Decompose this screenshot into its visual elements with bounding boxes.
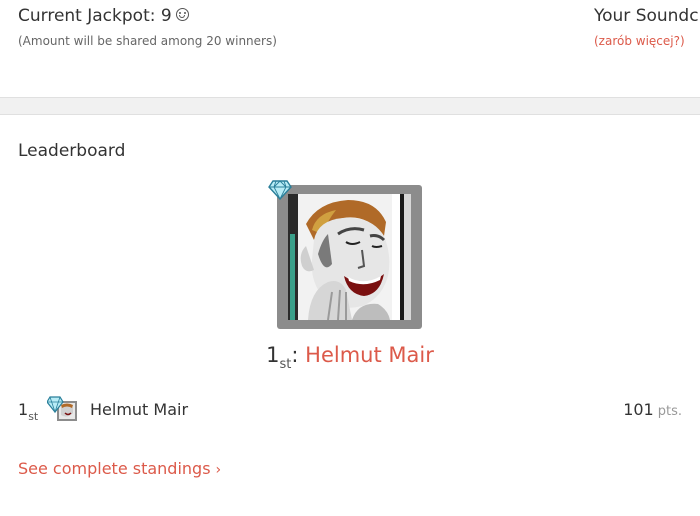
smiley-face-icon xyxy=(175,7,189,21)
winner-rank-suffix: st xyxy=(279,357,292,372)
row-points-value: 101 xyxy=(623,400,654,419)
row-points: 101 pts. xyxy=(623,400,682,419)
row-rank-number: 1 xyxy=(18,400,29,419)
sound-title: Your Soundc xyxy=(594,6,699,26)
winner-separator: : xyxy=(291,343,306,367)
row-points-unit: pts. xyxy=(657,404,682,419)
see-standings-link[interactable]: See complete standings › xyxy=(18,459,221,478)
chevron-right-icon: › xyxy=(215,462,222,478)
row-avatar[interactable] xyxy=(46,395,78,422)
winner-caption: 1st: Helmut Mair xyxy=(0,343,700,372)
row-rank-suffix: st xyxy=(28,410,39,423)
jackpot-note: (Amount will be shared among 20 winners) xyxy=(18,34,277,48)
winner-avatar[interactable] xyxy=(277,185,422,329)
winner-name-link[interactable]: Helmut Mair xyxy=(305,343,434,367)
row-rank: 1st xyxy=(18,400,38,423)
leaderboard-row: 1st Helmut Mair 101 pts. xyxy=(0,392,700,424)
earn-more-link[interactable]: (zarób więcej?) xyxy=(594,34,685,48)
section-divider xyxy=(0,97,700,115)
diamond-icon xyxy=(268,180,292,200)
jackpot-title: Current Jackpot: 9 xyxy=(18,6,189,26)
jackpot-header: Current Jackpot: 9 (Amount will be share… xyxy=(0,0,700,97)
see-standings-label: See complete standings xyxy=(18,459,211,478)
winner-rank: 1 xyxy=(266,343,280,367)
row-player-name[interactable]: Helmut Mair xyxy=(90,400,188,419)
winner-photo xyxy=(288,194,411,320)
jackpot-label: Current Jackpot: 9 xyxy=(18,6,172,26)
leaderboard-title: Leaderboard xyxy=(18,141,126,161)
